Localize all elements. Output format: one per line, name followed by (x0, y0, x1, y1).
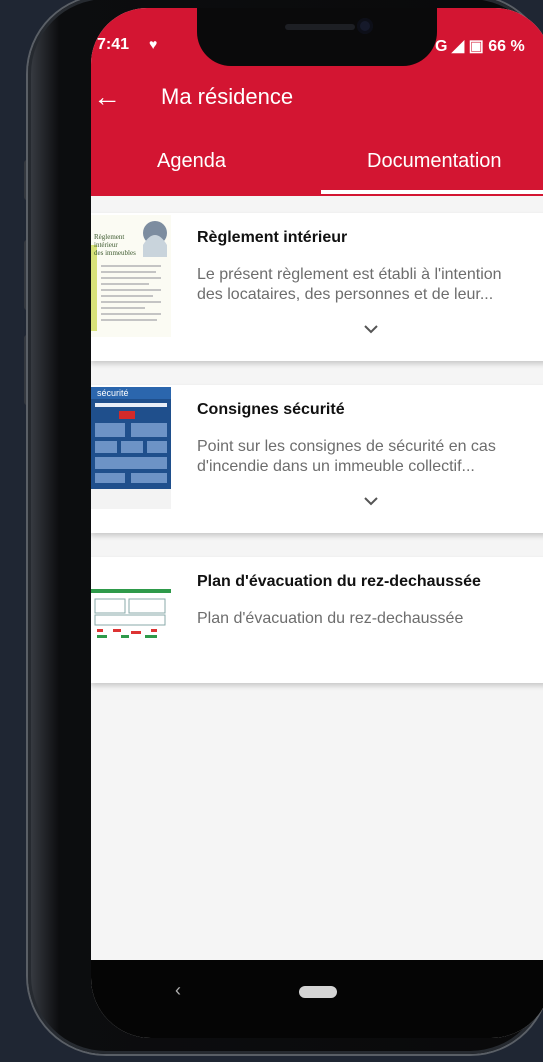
document-card[interactable]: Plan d'évacuation du rez-dechaussée Plan… (91, 557, 543, 683)
tab-agenda[interactable]: Agenda (157, 150, 226, 173)
tab-documentation[interactable]: Documentation (367, 150, 502, 173)
page-title: Ma résidence (161, 84, 294, 109)
svg-text:intérieur: intérieur (94, 241, 118, 249)
description-line: Plan d'évacuation du rez-dechaussée (197, 610, 464, 627)
description-line: Le présent règlement est établi à l'inte… (197, 266, 502, 283)
heart-icon: ♥ (149, 36, 158, 52)
svg-text:des immeubles: des immeubles (94, 249, 136, 257)
tab-selected-indicator (321, 190, 543, 194)
document-thumbnail: sécurité (91, 387, 171, 509)
document-title: Consignes sécurité (197, 401, 345, 418)
document-thumbnail (91, 559, 171, 681)
document-title: Règlement intérieur (197, 229, 348, 246)
camera-icon (357, 18, 373, 34)
document-description: Point sur les consignes de sécurité en c… (197, 437, 543, 477)
nav-back-icon[interactable]: ‹ (175, 980, 181, 1001)
status-indicators: G ◢ ▣ 66 % (435, 38, 525, 55)
document-description: Le présent règlement est établi à l'inte… (197, 265, 543, 305)
status-time: 7:41 (97, 36, 130, 53)
description-line: des locataires, des personnes et de leur… (197, 286, 494, 303)
tab-bar: Agenda Documentation (91, 144, 543, 196)
document-thumbnail: Règlement intérieur des immeubles (91, 215, 171, 337)
document-title: Plan d'évacuation du rez-dechaussée (197, 573, 481, 590)
arrow-left-icon[interactable]: ← (93, 82, 121, 112)
document-card[interactable]: Règlement intérieur des immeubles Règlem… (91, 213, 543, 361)
app-screen: 7:41 ♥ G ◢ ▣ 66 % ← Ma résidence Agenda … (91, 8, 543, 1038)
nav-home-pill[interactable] (299, 986, 337, 998)
svg-text:Règlement: Règlement (94, 233, 124, 241)
speaker-grille (285, 24, 355, 30)
app-bar: 7:41 ♥ G ◢ ▣ 66 % ← Ma résidence Agenda … (91, 8, 543, 196)
description-line: d'incendie dans un immeuble collectif... (197, 458, 475, 475)
chevron-down-icon[interactable] (363, 321, 379, 337)
toolbar: ← Ma résidence (91, 80, 543, 120)
document-card[interactable]: sécurité Consignes sécurité Point sur le… (91, 385, 543, 533)
system-nav-bar: ‹ (91, 960, 543, 1038)
chevron-down-icon[interactable] (363, 493, 379, 509)
phone-frame: 7:41 ♥ G ◢ ▣ 66 % ← Ma résidence Agenda … (28, 0, 543, 1054)
description-line: Point sur les consignes de sécurité en c… (197, 438, 496, 455)
camera-notch (197, 8, 437, 66)
svg-text:sécurité: sécurité (97, 388, 129, 398)
document-description: Plan d'évacuation du rez-dechaussée (197, 609, 543, 629)
